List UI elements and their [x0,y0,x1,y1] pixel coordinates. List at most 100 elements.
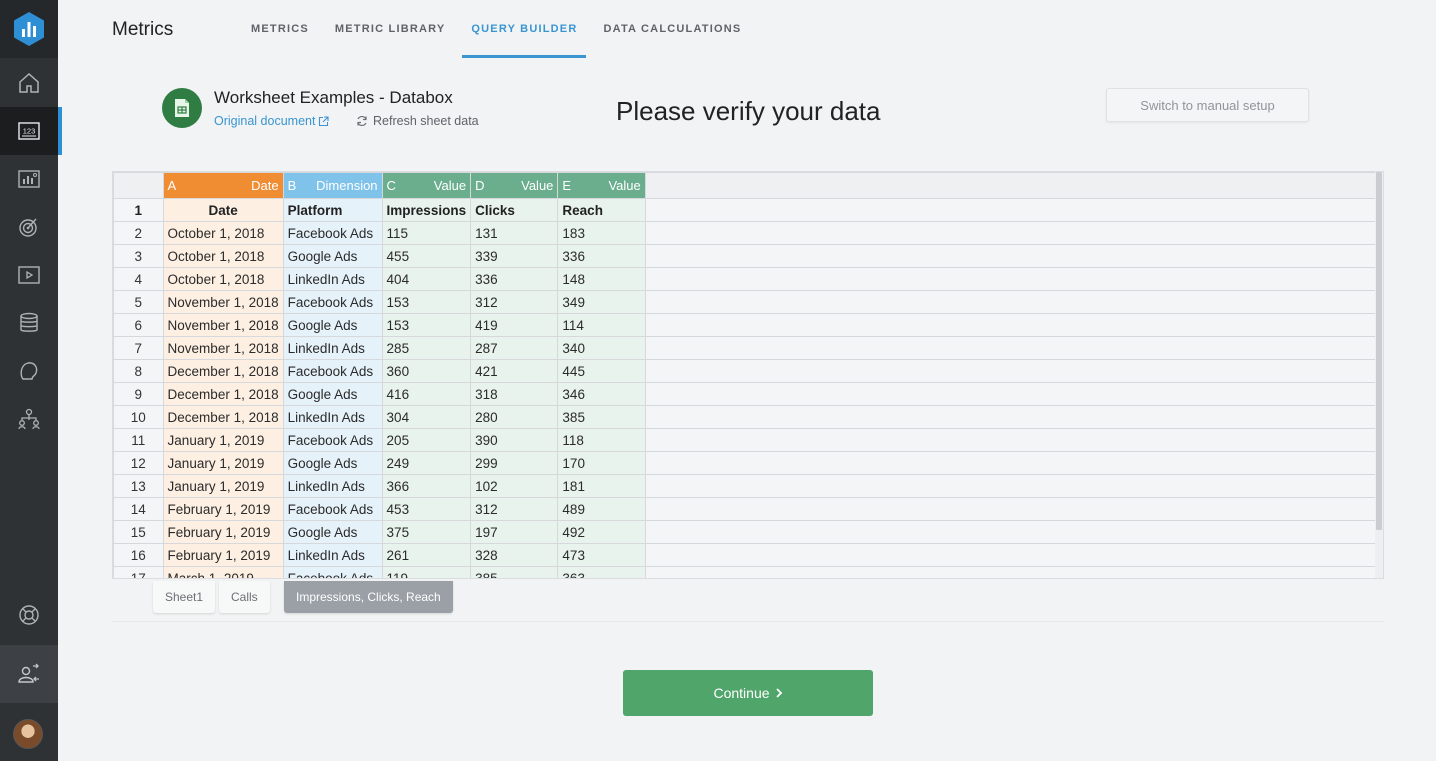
cell-platform: Google Ads [282,382,383,406]
original-document-label: Original document [214,114,316,128]
sidebar-item-home[interactable] [0,59,58,107]
tab-query-builder[interactable]: QUERY BUILDER [458,0,590,58]
cell-date: February 1, 2019 [162,497,284,521]
alerts-icon [20,362,38,380]
table-row: 11 January 1, 2019 Facebook Ads 205 390 118 [113,428,1383,452]
cell-reach: 181 [557,474,646,498]
empty-cell [644,566,1383,578]
row-number: 12 [113,451,164,475]
sidebar-item-dashboards[interactable] [0,155,58,203]
cell-impressions: 416 [381,382,472,406]
cell-clicks: 280 [470,405,559,429]
empty-cell [644,382,1383,406]
cell-reach: 183 [557,221,646,245]
sidebar-item-switch-account[interactable] [0,645,58,703]
table-row: 15 February 1, 2019 Google Ads 375 197 492 [113,520,1383,544]
cell-impressions: 285 [381,336,472,360]
table-row: 6 November 1, 2018 Google Ads 153 419 114 [113,313,1383,337]
cell-impressions: 261 [381,543,472,567]
row-number: 9 [113,382,164,406]
column-header-d[interactable]: D Value [470,172,559,199]
column-letter-row: A Date B Dimension C Value D Value E Value [113,172,1383,199]
grid-scrollbar[interactable] [1375,172,1383,578]
empty-cell [644,290,1383,314]
cell-impressions: 153 [381,290,472,314]
column-header-b[interactable]: B Dimension [282,172,383,199]
refresh-icon [357,115,367,127]
tab-metric-library[interactable]: METRIC LIBRARY [322,0,459,58]
video-icon [18,266,40,284]
continue-button[interactable]: Continue [623,670,873,716]
row-number: 5 [113,290,164,314]
spreadsheet-preview[interactable]: A Date B Dimension C Value D Value E Value 1D… [112,171,1384,579]
table-row: 8 December 1, 2018 Facebook Ads 360 421 445 [113,359,1383,383]
sheet-tab-calls[interactable]: Calls [219,581,270,613]
sidebar-item-alerts[interactable] [0,347,58,395]
org-chart-icon [18,408,40,430]
sidebar-item-videos[interactable] [0,251,58,299]
cell-reach: Reach [557,198,646,222]
switch-manual-setup-button[interactable]: Switch to manual setup [1106,88,1309,122]
tab-data-calculations[interactable]: DATA CALCULATIONS [590,0,754,58]
cell-impressions: 205 [381,428,472,452]
empty-cell [644,359,1383,383]
refresh-sheet-button[interactable]: Refresh sheet data [356,114,479,128]
table-row: 17 March 1, 2019 Facebook Ads 119 385 363 [113,566,1383,578]
sidebar: 123 [0,0,62,761]
cell-platform: Facebook Ads [282,221,383,245]
table-row: 13 January 1, 2019 LinkedIn Ads 366 102 181 [113,474,1383,498]
tab-metrics[interactable]: METRICS [250,0,322,58]
cell-platform: Google Ads [282,520,383,544]
grid-scrollbar-thumb[interactable] [1376,172,1382,530]
sidebar-item-accounts[interactable] [0,395,58,443]
cell-reach: 473 [557,543,646,567]
user-avatar[interactable] [13,719,43,749]
refresh-label: Refresh sheet data [373,114,479,128]
column-header-e[interactable]: E Value [557,172,646,199]
row-number: 1 [113,198,164,222]
cell-platform: Facebook Ads [282,290,383,314]
row-number: 11 [113,428,164,452]
cell-clicks: 197 [470,520,559,544]
original-document-link[interactable]: Original document [214,114,330,128]
app-title: Metrics [112,19,174,40]
cell-clicks: 336 [470,267,559,291]
sidebar-item-help[interactable] [0,591,58,639]
row-number: 14 [113,497,164,521]
row-number: 4 [113,267,164,291]
sidebar-item-data-sources[interactable] [0,299,58,347]
sidebar-item-metrics[interactable]: 123 [0,107,62,155]
empty-cell [644,313,1383,337]
column-header-a[interactable]: A Date [162,172,284,199]
cell-reach: 170 [557,451,646,475]
cell-clicks: 385 [470,566,559,578]
row-number: 6 [113,313,164,337]
cell-reach: 489 [557,497,646,521]
cell-date: October 1, 2018 [162,221,284,245]
cell-reach: 118 [557,428,646,452]
cell-reach: 340 [557,336,646,360]
row-number: 3 [113,244,164,268]
sheet-tab-sheet1[interactable]: Sheet1 [153,581,216,613]
cell-clicks: 102 [470,474,559,498]
databox-logo[interactable] [0,0,58,58]
svg-text:123: 123 [23,127,36,136]
cell-impressions: Impressions [381,198,472,222]
table-header-row: 1 Date Platform Impressions Clicks Reach [113,198,1383,222]
cell-date: October 1, 2018 [162,244,284,268]
column-header-c[interactable]: C Value [381,172,472,199]
sheet-tab-impressions-clicks-reach[interactable]: Impressions, Clicks, Reach [284,581,453,613]
empty-cell [644,405,1383,429]
cell-date: December 1, 2018 [162,382,284,406]
cell-platform: LinkedIn Ads [282,474,383,498]
cell-reach: 363 [557,566,646,578]
cell-date: November 1, 2018 [162,290,284,314]
external-link-icon [319,115,330,126]
cell-clicks: 318 [470,382,559,406]
sidebar-item-goals[interactable] [0,203,58,251]
goals-icon [19,218,37,237]
cell-clicks: 287 [470,336,559,360]
databox-logo-icon [14,12,44,46]
cell-date: March 1, 2019 [162,566,284,578]
cell-impressions: 375 [381,520,472,544]
